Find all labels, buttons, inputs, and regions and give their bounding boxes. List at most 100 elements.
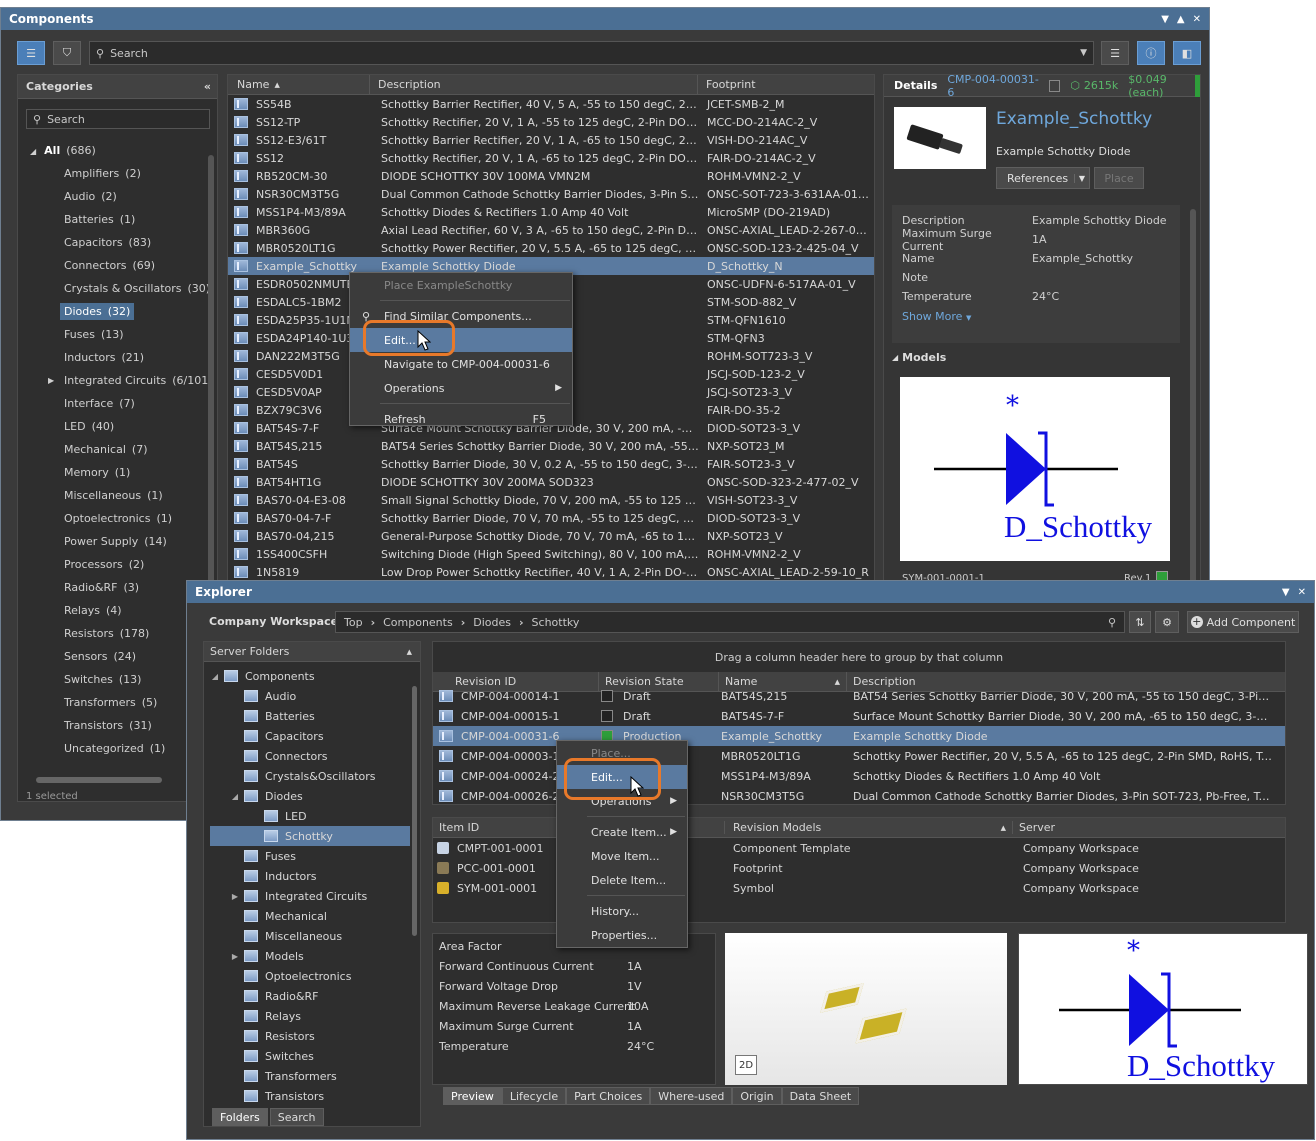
breadcrumb-item[interactable]: Schottky — [524, 616, 588, 629]
settings-button[interactable]: ⚙ — [1155, 611, 1179, 633]
category-item[interactable]: Uncategorized (1) — [28, 737, 204, 760]
components-search-input[interactable]: ⚲ Search ▼ — [89, 41, 1094, 65]
collapse-icon[interactable]: « — [204, 80, 217, 93]
add-component-button[interactable]: + Add Component — [1187, 611, 1299, 633]
tab-where-used[interactable]: Where-used — [650, 1087, 733, 1105]
workspace-selector[interactable]: Company Workspace▼ — [209, 615, 347, 628]
table-row[interactable]: NSR30CM3T5G Dual Common Cathode Schottky … — [228, 185, 874, 203]
chevron-down-icon[interactable]: ▼ — [1073, 173, 1085, 183]
tree-item[interactable]: Fuses — [210, 846, 410, 866]
expand-triangle-icon[interactable]: ◢ — [230, 792, 240, 801]
category-item[interactable]: ▶ Integrated Circuits (6/101 — [28, 369, 208, 392]
table-row[interactable]: CMP-004-00015-1 Draft BAT54S-7-F Surface Mo… — [433, 706, 1285, 726]
category-item[interactable]: Optoelectronics (1) — [28, 507, 204, 530]
category-item[interactable]: Miscellaneous (1) — [28, 484, 204, 507]
place-button[interactable]: Place — [1094, 167, 1144, 189]
menu-move-item[interactable]: Move Item... — [557, 844, 687, 868]
tree-item[interactable]: ▶ Models — [210, 946, 410, 966]
col-server[interactable]: Server — [1013, 821, 1055, 834]
tree-item[interactable]: Schottky — [210, 826, 410, 846]
col-footprint-header[interactable]: Footprint — [698, 75, 756, 94]
category-item[interactable]: Relays (4) — [28, 599, 204, 622]
table-row[interactable]: SS12-TP Schottky Rectifier, 20 V, 1 A, -5… — [228, 113, 874, 131]
dropdown-icon[interactable]: ▼ — [1161, 14, 1169, 25]
col-revision-id[interactable]: Revision ID — [433, 672, 599, 691]
category-item[interactable]: Fuses (13) — [28, 323, 204, 346]
models-header[interactable]: ◢ Models — [892, 351, 946, 364]
menu-button[interactable]: ☰ — [1101, 41, 1129, 65]
split-view-button[interactable]: ◧ — [1173, 41, 1201, 65]
category-item[interactable]: Resistors (178) — [28, 622, 204, 645]
expand-triangle-icon[interactable]: ▶ — [48, 369, 54, 392]
breadcrumb-item[interactable]: Components — [375, 616, 461, 629]
tree-item[interactable]: Connectors — [210, 746, 410, 766]
table-row[interactable]: BAT54S Schottky Barrier Diode, 30 V, 0.2 … — [228, 455, 874, 473]
tree-item[interactable]: ◢ Components — [210, 666, 410, 686]
menu-properties[interactable]: Properties... — [557, 923, 687, 947]
close-icon[interactable]: ✕ — [1298, 587, 1306, 598]
table-row[interactable]: CMP-004-00014-1 Draft BAT54S,215 BAT54 Seri… — [433, 686, 1285, 706]
menu-operations[interactable]: Operations ▶ — [350, 376, 572, 400]
tab-data-sheet[interactable]: Data Sheet — [781, 1087, 860, 1105]
pin-icon[interactable]: ▲ — [1177, 14, 1185, 25]
view-2d-button[interactable]: 2D — [735, 1055, 757, 1075]
table-row[interactable]: MSS1P4-M3/89A Schottky Diodes & Rectifier… — [228, 203, 874, 221]
tree-item[interactable]: ▶ Integrated Circuits — [210, 886, 410, 906]
collapse-triangle-icon[interactable]: ◢ — [30, 147, 36, 156]
details-checkbox[interactable] — [1048, 79, 1061, 92]
expand-triangle-icon[interactable]: ▶ — [230, 892, 240, 901]
tab-search[interactable]: Search — [269, 1108, 324, 1126]
menu-refresh[interactable]: Refresh F5 — [350, 407, 572, 431]
table-row[interactable]: MBR0520LT1G Schottky Power Rectifier, 20 … — [228, 239, 874, 257]
category-item[interactable]: Memory (1) — [28, 461, 204, 484]
menu-delete-item[interactable]: Delete Item... — [557, 868, 687, 892]
chevron-down-icon[interactable]: ▼ — [1080, 48, 1087, 58]
tab-lifecycle[interactable]: Lifecycle — [501, 1087, 567, 1105]
table-row[interactable]: RB520CM-30 DIODE SCHOTTKY 30V 100MA VMN2M… — [228, 167, 874, 185]
table-row[interactable]: SS54B Schottky Barrier Rectifier, 40 V, 5… — [228, 95, 874, 113]
menu-history[interactable]: History... — [557, 899, 687, 923]
tree-item[interactable]: Resistors — [210, 1026, 410, 1046]
info-button[interactable]: ⓘ — [1137, 41, 1165, 65]
category-item[interactable]: Inductors (21) — [28, 346, 204, 369]
category-item[interactable]: Radio&RF (3) — [28, 576, 204, 599]
tab-origin[interactable]: Origin — [732, 1087, 782, 1105]
category-item[interactable]: Batteries (1) — [28, 208, 204, 231]
tab-folders[interactable]: Folders — [212, 1108, 268, 1126]
list-view-button[interactable]: ☰ — [17, 41, 45, 65]
category-item[interactable]: Connectors (69) — [28, 254, 204, 277]
table-row[interactable]: BAS70-04-E3-08 Small Signal Schottky Diod… — [228, 491, 874, 509]
table-row[interactable]: BAS70-04,215 General-Purpose Schottky Dio… — [228, 527, 874, 545]
tree-item[interactable]: LED — [210, 806, 410, 826]
category-item[interactable]: Audio (2) — [28, 185, 204, 208]
tree-item[interactable]: Switches — [210, 1046, 410, 1066]
table-row[interactable]: 1N5819 Low Drop Power Schottky Rectifier,… — [228, 563, 874, 581]
expand-triangle-icon[interactable]: ▶ — [230, 952, 240, 961]
table-row[interactable]: BAT54HT1G DIODE SCHOTTKY 30V 200MA SOD323… — [228, 473, 874, 491]
breadcrumb[interactable]: Top › Components › Diodes › Schottky ⚲ — [335, 611, 1125, 633]
category-item[interactable]: Transformers (5) — [28, 691, 204, 714]
category-item[interactable]: Switches (13) — [28, 668, 204, 691]
category-item[interactable]: Transistors (31) — [28, 714, 204, 737]
table-row[interactable]: SS12 Schottky Rectifier, 20 V, 1 A, -65 t… — [228, 149, 874, 167]
category-item[interactable]: Diodes (32) — [28, 300, 204, 323]
category-item[interactable]: Mechanical (7) — [28, 438, 204, 461]
table-row[interactable]: BAS70-04-7-F Schottky Barrier Diode, 70 V… — [228, 509, 874, 527]
tree-item[interactable]: Relays — [210, 1006, 410, 1026]
col-revision-state[interactable]: Revision State — [599, 672, 719, 691]
tree-item[interactable]: Audio — [210, 686, 410, 706]
category-item[interactable]: Crystals & Oscillators (30) — [28, 277, 210, 300]
dropdown-icon[interactable]: ▼ — [1282, 587, 1290, 598]
tree-item[interactable]: Mechanical — [210, 906, 410, 926]
tree-item[interactable]: ◢ Diodes — [210, 786, 410, 806]
tree-scrollbar[interactable] — [412, 686, 417, 936]
table-row[interactable]: SS12-E3/61T Schottky Barrier Rectifier, 2… — [228, 131, 874, 149]
tree-item[interactable]: Transformers — [210, 1066, 410, 1086]
col-revision-models[interactable]: Revision Models ▲ — [725, 821, 1013, 834]
menu-place[interactable]: Place ExampleSchottky — [350, 273, 572, 297]
tree-item[interactable]: Transistors — [210, 1086, 410, 1106]
col-description[interactable]: Description — [847, 672, 916, 691]
filter-button[interactable]: ⛉ — [53, 41, 81, 65]
table-row[interactable]: 1SS400CSFH Switching Diode (High Speed Sw… — [228, 545, 874, 563]
table-row[interactable]: MBR360G Axial Lead Rectifier, 60 V, 3 A, … — [228, 221, 874, 239]
